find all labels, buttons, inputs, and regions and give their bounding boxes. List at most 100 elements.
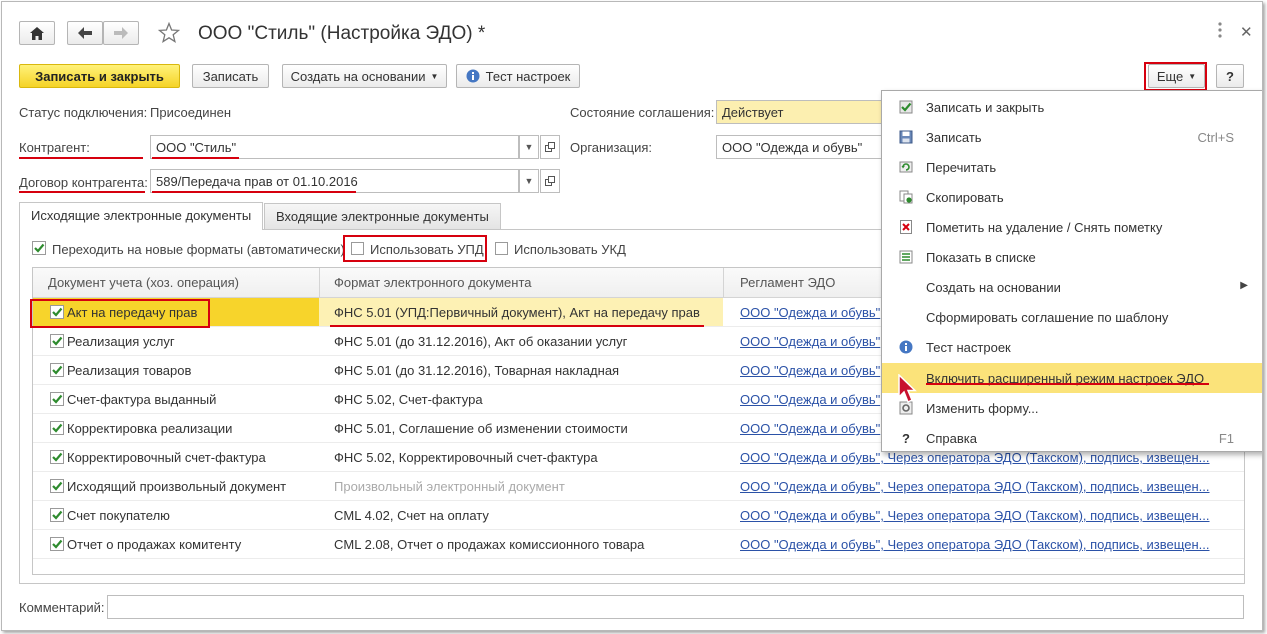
cell-document: Отчет о продажах комитенту bbox=[67, 537, 242, 552]
column-header-document[interactable]: Документ учета (хоз. операция) bbox=[48, 275, 239, 290]
agreement-state-field[interactable]: Действует bbox=[716, 100, 884, 124]
open-icon bbox=[545, 176, 555, 186]
menu-item-label: Показать в списке bbox=[926, 250, 1036, 265]
cell-regulation-link[interactable]: ООО "Одежда и обувь", Через оператора ЭД… bbox=[740, 479, 1210, 494]
cell-regulation-link[interactable]: ООО "Одежда и обувь" bbox=[740, 421, 880, 436]
comment-label: Комментарий: bbox=[19, 600, 105, 615]
delete-mark-icon bbox=[899, 220, 913, 234]
tab-incoming-documents[interactable]: Входящие электронные документы bbox=[264, 203, 501, 229]
show-in-list-icon bbox=[899, 250, 913, 264]
menu-item-shortcut: Ctrl+S bbox=[1197, 130, 1234, 145]
cell-regulation-link[interactable]: ООО "Одежда и обувь" bbox=[740, 392, 880, 407]
new-formats-checkbox[interactable] bbox=[32, 241, 46, 258]
column-header-format[interactable]: Формат электронного документа bbox=[334, 275, 531, 290]
save-close-icon bbox=[899, 100, 913, 114]
cell-format[interactable]: ФНС 5.01 (до 31.12.2016), Товарная накла… bbox=[334, 363, 619, 378]
cell-regulation-link[interactable]: ООО "Одежда и обувь" bbox=[740, 305, 880, 320]
use-ukd-checkbox[interactable] bbox=[495, 242, 508, 255]
cell-document: Исходящий произвольный документ bbox=[67, 479, 287, 494]
contract-dropdown-button[interactable]: ▼ bbox=[519, 169, 539, 193]
row-checkbox[interactable] bbox=[50, 392, 64, 409]
contract-label: Договор контрагента: bbox=[19, 175, 148, 190]
use-ukd-label: Использовать УКД bbox=[514, 242, 626, 257]
close-icon[interactable]: ✕ bbox=[1240, 23, 1253, 41]
row-checkbox[interactable] bbox=[50, 479, 64, 496]
menu-item-save-and-close[interactable]: Записать и закрыть bbox=[882, 92, 1262, 122]
table-row[interactable]: Отчет о продажах комитенту CML 2.08, Отче… bbox=[33, 530, 1244, 559]
create-based-on-button[interactable]: Создать на основании ▼ bbox=[282, 64, 447, 88]
contract-label-underline bbox=[19, 191, 145, 193]
row-checkbox[interactable] bbox=[50, 334, 64, 351]
cell-format[interactable]: ФНС 5.02, Корректировочный счет-фактура bbox=[334, 450, 598, 465]
organization-field[interactable]: ООО "Одежда и обувь" bbox=[716, 135, 884, 159]
row-checkbox[interactable] bbox=[50, 450, 64, 467]
table-row[interactable]: Счет покупателю CML 4.02, Счет на оплату О… bbox=[33, 501, 1244, 530]
cell-format[interactable]: ФНС 5.01 (УПД:Первичный документ), Акт н… bbox=[334, 305, 700, 320]
cell-document: Счет-фактура выданный bbox=[67, 392, 217, 407]
cell-format[interactable]: CML 4.02, Счет на оплату bbox=[334, 508, 489, 523]
status-label: Статус подключения: bbox=[19, 105, 148, 120]
column-header-regulation[interactable]: Регламент ЭДО bbox=[740, 275, 835, 290]
cell-format[interactable]: CML 2.08, Отчет о продажах комиссионного… bbox=[334, 537, 644, 552]
checkmark-icon bbox=[50, 334, 64, 348]
counterparty-field[interactable]: ООО "Стиль" bbox=[150, 135, 519, 159]
menu-item-label: Изменить форму... bbox=[926, 401, 1039, 416]
menu-item-enable-advanced-mode[interactable]: Включить расширенный режим настроек ЭДО bbox=[882, 363, 1262, 393]
menu-item-label: Записать bbox=[926, 130, 982, 145]
row-checkbox[interactable] bbox=[50, 363, 64, 380]
arrow-left-icon bbox=[78, 27, 92, 39]
highlighted-item-underline bbox=[926, 383, 1209, 385]
counterparty-dropdown-button[interactable]: ▼ bbox=[519, 135, 539, 159]
menu-item-label: Скопировать bbox=[926, 190, 1004, 205]
more-vertical-icon[interactable] bbox=[1218, 22, 1228, 42]
comment-field[interactable] bbox=[107, 595, 1244, 619]
row-checkbox[interactable] bbox=[50, 508, 64, 525]
forward-button[interactable] bbox=[103, 21, 139, 45]
home-button[interactable] bbox=[19, 21, 55, 45]
create-based-on-label: Создать на основании bbox=[290, 68, 426, 84]
menu-item-reread[interactable]: Перечитать bbox=[882, 152, 1262, 182]
counterparty-open-button[interactable] bbox=[540, 135, 560, 159]
save-button[interactable]: Записать bbox=[192, 64, 269, 88]
menu-item-test-settings[interactable]: Тест настроек bbox=[882, 332, 1262, 362]
cell-document: Реализация товаров bbox=[67, 363, 192, 378]
cell-regulation-link[interactable]: ООО "Одежда и обувь", Через оператора ЭД… bbox=[740, 508, 1210, 523]
menu-item-change-form[interactable]: Изменить форму... bbox=[882, 393, 1262, 423]
tab-outgoing-documents[interactable]: Исходящие электронные документы bbox=[19, 202, 264, 230]
cell-format[interactable]: Произвольный электронный документ bbox=[334, 479, 565, 494]
menu-item-mark-delete[interactable]: Пометить на удаление / Снять пометку bbox=[882, 212, 1262, 242]
more-menu: Записать и закрыть Записать Ctrl+S Перечита… bbox=[881, 90, 1262, 453]
cell-document: Корректировочный счет-фактура bbox=[67, 450, 266, 465]
floppy-disk-icon bbox=[899, 130, 913, 144]
menu-item-create-agreement-template[interactable]: Сформировать соглашение по шаблону bbox=[882, 302, 1262, 332]
back-button[interactable] bbox=[67, 21, 103, 45]
window-title: ООО "Стиль" (Настройка ЭДО) * bbox=[198, 23, 486, 44]
contract-open-button[interactable] bbox=[540, 169, 560, 193]
cell-format[interactable]: ФНС 5.01 (до 31.12.2016), Акт об оказани… bbox=[334, 334, 627, 349]
table-row[interactable]: Исходящий произвольный документ Произволь… bbox=[33, 472, 1244, 501]
contract-field[interactable]: 589/Передача прав от 01.10.2016 bbox=[150, 169, 519, 193]
cell-regulation-link[interactable]: ООО "Одежда и обувь", Через оператора ЭД… bbox=[740, 537, 1210, 552]
cell-format[interactable]: ФНС 5.01, Соглашение об изменении стоимо… bbox=[334, 421, 628, 436]
save-and-close-button[interactable]: Записать и закрыть bbox=[19, 64, 180, 88]
svg-text:?: ? bbox=[902, 431, 910, 445]
status-value: Присоединен bbox=[150, 105, 232, 120]
help-button[interactable]: ? bbox=[1216, 64, 1244, 88]
selected-format-underline bbox=[330, 325, 704, 327]
menu-item-show-in-list[interactable]: Показать в списке bbox=[882, 242, 1262, 272]
test-settings-button[interactable]: Тест настроек bbox=[456, 64, 580, 88]
cell-regulation-link[interactable]: ООО "Одежда и обувь" bbox=[740, 363, 880, 378]
menu-item-copy[interactable]: Скопировать bbox=[882, 182, 1262, 212]
cell-format[interactable]: ФНС 5.02, Счет-фактура bbox=[334, 392, 483, 407]
row-checkbox[interactable] bbox=[50, 421, 64, 438]
menu-item-save[interactable]: Записать Ctrl+S bbox=[882, 122, 1262, 152]
menu-item-create-based-on[interactable]: Создать на основании ▶ bbox=[882, 272, 1262, 302]
favorite-star-button[interactable] bbox=[157, 21, 181, 44]
counterparty-label-underline bbox=[19, 157, 143, 159]
menu-item-help[interactable]: ? Справка F1 bbox=[882, 423, 1262, 453]
row-checkbox[interactable] bbox=[50, 537, 64, 554]
window: ООО "Стиль" (Настройка ЭДО) * ✕ Записать… bbox=[1, 1, 1263, 631]
cell-regulation-link[interactable]: ООО "Одежда и обувь" bbox=[740, 334, 880, 349]
menu-item-label: Тест настроек bbox=[926, 340, 1011, 355]
cell-document: Счет покупателю bbox=[67, 508, 170, 523]
